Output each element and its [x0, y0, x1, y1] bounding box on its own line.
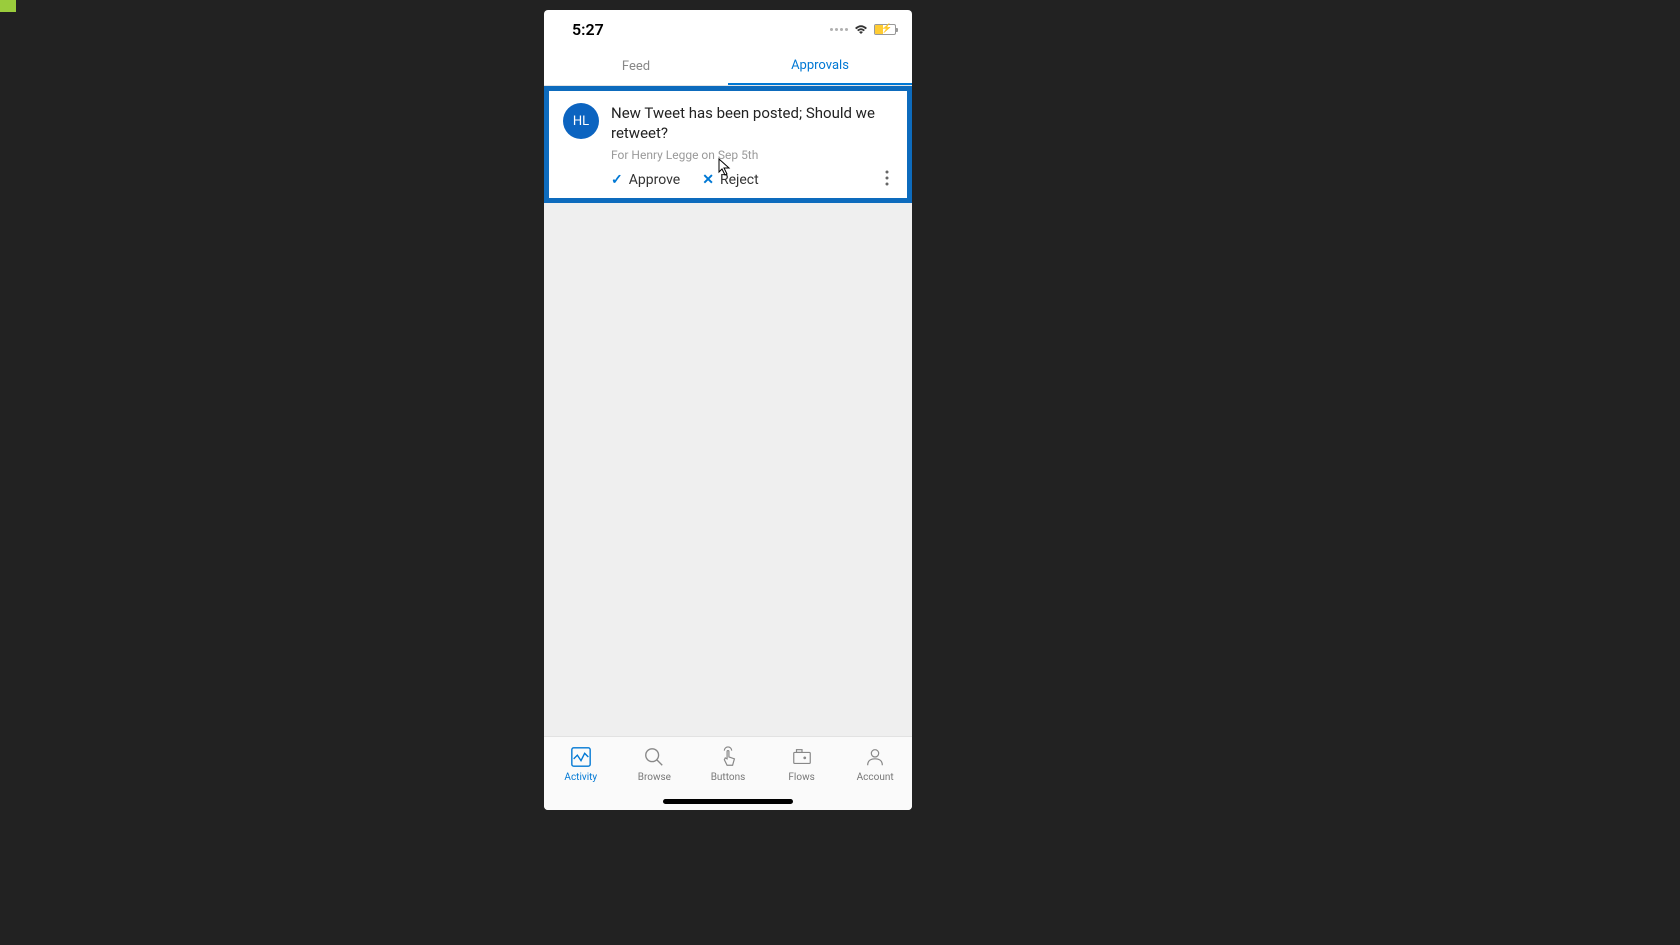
decorative-strip — [0, 0, 16, 12]
nav-flows-label: Flows — [788, 772, 814, 783]
tab-approvals[interactable]: Approvals — [728, 48, 912, 85]
nav-browse[interactable]: Browse — [624, 745, 684, 783]
home-indicator[interactable] — [663, 799, 793, 804]
tab-feed[interactable]: Feed — [544, 48, 728, 85]
nav-activity-label: Activity — [564, 772, 597, 783]
nav-buttons-label: Buttons — [711, 772, 746, 783]
more-options-button[interactable] — [885, 170, 889, 189]
top-tabs: Feed Approvals — [544, 48, 912, 86]
x-icon: ✕ — [702, 172, 714, 188]
search-icon — [642, 745, 666, 769]
nav-buttons[interactable]: Buttons — [698, 745, 758, 783]
phone-frame: 5:27 ⚡ Feed Approvals HL New Twe — [544, 10, 912, 810]
approval-card[interactable]: HL New Tweet has been posted; Should we … — [544, 86, 912, 203]
bottom-nav: Activity Browse Buttons Flows Account — [544, 736, 912, 810]
nav-account-label: Account — [857, 772, 894, 783]
content-area: HL New Tweet has been posted; Should we … — [544, 86, 912, 736]
approve-button[interactable]: ✓ Approve — [611, 172, 680, 188]
avatar: HL — [563, 103, 599, 139]
kebab-icon — [885, 170, 889, 186]
tap-icon — [716, 745, 740, 769]
nav-browse-label: Browse — [638, 772, 671, 783]
status-indicators: ⚡ — [830, 23, 896, 35]
approval-title: New Tweet has been posted; Should we ret… — [611, 103, 893, 144]
check-icon: ✓ — [611, 172, 623, 188]
reject-label: Reject — [720, 172, 759, 188]
activity-icon — [569, 745, 593, 769]
nav-flows[interactable]: Flows — [772, 745, 832, 783]
flows-icon — [790, 745, 814, 769]
battery-icon: ⚡ — [874, 24, 896, 35]
cellular-icon — [830, 28, 848, 31]
approve-label: Approve — [629, 172, 680, 188]
nav-account[interactable]: Account — [845, 745, 905, 783]
approval-meta: For Henry Legge on Sep 5th — [611, 148, 893, 162]
status-time: 5:27 — [572, 20, 604, 39]
reject-button[interactable]: ✕ Reject — [702, 172, 758, 188]
nav-activity[interactable]: Activity — [551, 745, 611, 783]
account-icon — [863, 745, 887, 769]
status-bar: 5:27 ⚡ — [544, 10, 912, 48]
wifi-icon — [853, 23, 869, 35]
